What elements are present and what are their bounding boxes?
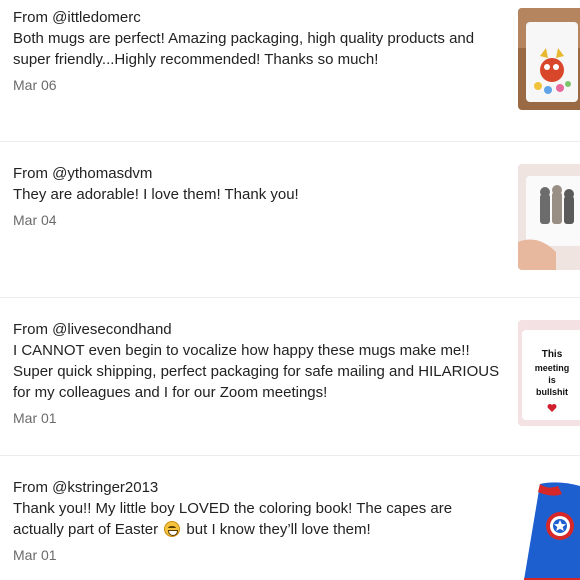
review-photo-thumbnail[interactable] bbox=[518, 478, 580, 580]
review-author[interactable]: From @livesecondhand bbox=[13, 320, 503, 340]
mug-text-line: This bbox=[542, 349, 563, 360]
mug-text-line: is bbox=[548, 375, 556, 385]
review-item: From @ythomasdvm They are adorable! I lo… bbox=[0, 142, 580, 298]
mug-with-cats-icon bbox=[518, 164, 580, 270]
review-date: Mar 01 bbox=[13, 547, 57, 563]
review-photo-thumbnail[interactable]: This meeting is bullshit bbox=[518, 320, 580, 426]
review-text: I CANNOT even begin to vocalize how happ… bbox=[13, 342, 500, 401]
review-item: From @ittledomerc Both mugs are perfect!… bbox=[0, 0, 580, 142]
review-photo-thumbnail[interactable] bbox=[518, 164, 580, 270]
review-text: They are adorable! I love them! Thank yo… bbox=[13, 186, 299, 203]
grinning-face-emoji-icon bbox=[164, 521, 181, 537]
review-date: Mar 01 bbox=[13, 410, 57, 426]
mug-text-line: meeting bbox=[535, 363, 570, 373]
superhero-cape-icon bbox=[518, 478, 580, 580]
review-author[interactable]: From @ythomasdvm bbox=[13, 164, 503, 184]
mug-with-text-icon: This meeting is bullshit bbox=[518, 320, 580, 426]
mug-with-floral-character-icon bbox=[518, 8, 580, 110]
review-author[interactable]: From @ittledomerc bbox=[13, 8, 503, 28]
review-text-part: but I know they’ll love them! bbox=[186, 521, 371, 538]
review-item: From @kstringer2013 Thank you!! My littl… bbox=[0, 456, 580, 580]
review-author[interactable]: From @kstringer2013 bbox=[13, 478, 503, 498]
mug-text-line: bullshit bbox=[536, 387, 568, 397]
review-date: Mar 04 bbox=[13, 212, 57, 228]
review-date: Mar 06 bbox=[13, 77, 57, 93]
review-item: From @livesecondhand I CANNOT even begin… bbox=[0, 298, 580, 456]
review-text: Both mugs are perfect! Amazing packaging… bbox=[13, 30, 475, 68]
review-text: Thank you!! My little boy LOVED the colo… bbox=[13, 498, 503, 540]
review-photo-thumbnail[interactable] bbox=[518, 8, 580, 110]
